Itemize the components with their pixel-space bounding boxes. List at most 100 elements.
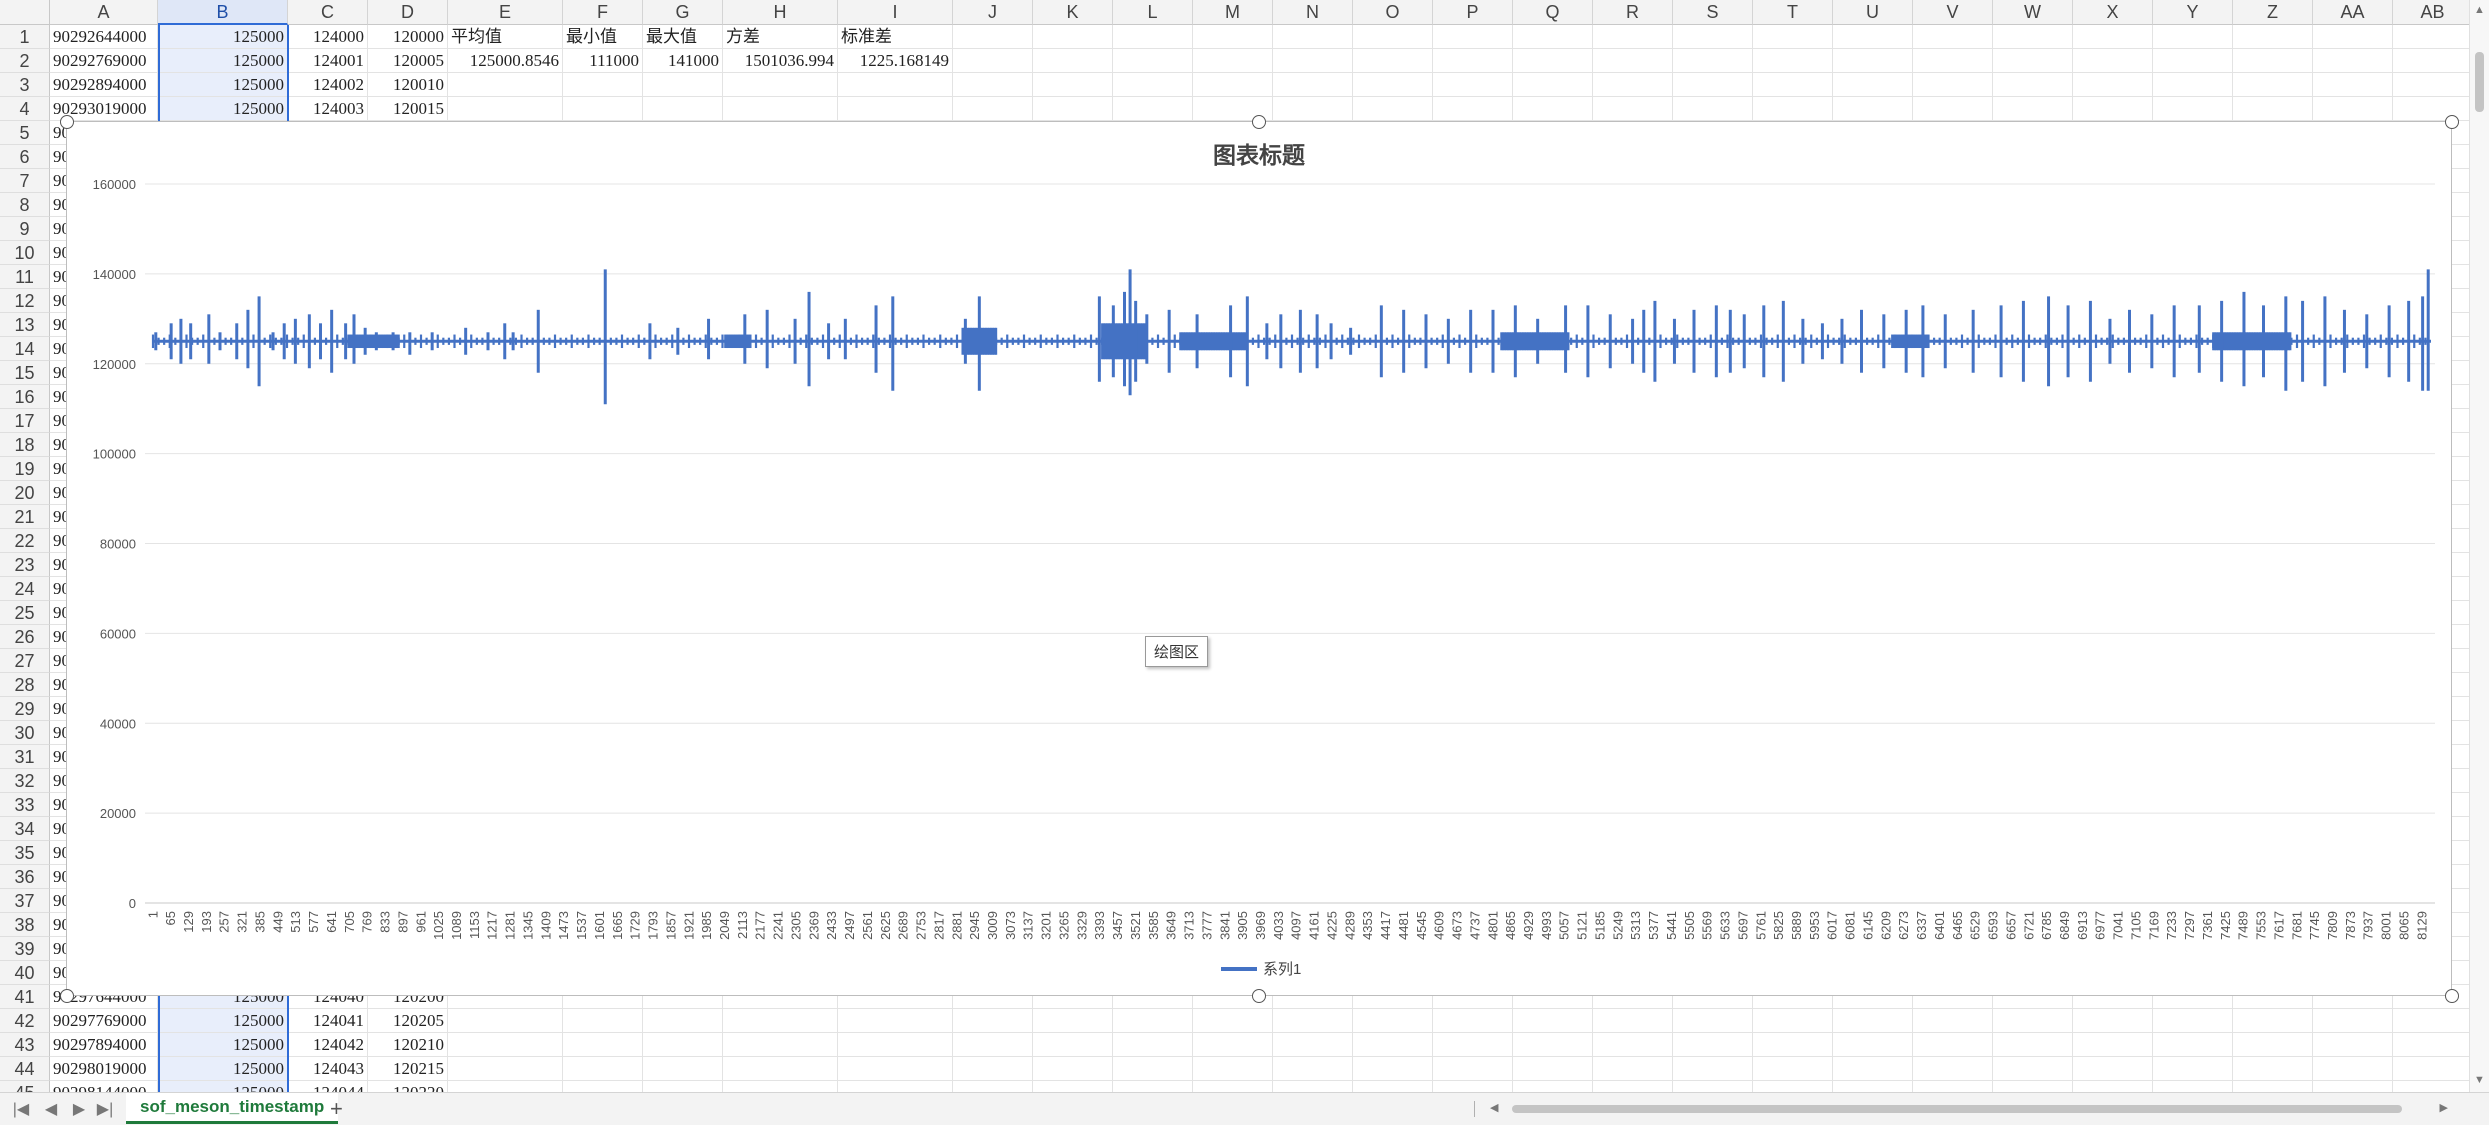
cell-u1[interactable] — [1833, 25, 1913, 49]
cell-u2[interactable] — [1833, 49, 1913, 73]
column-header-a[interactable]: A — [50, 0, 158, 25]
cell-r44[interactable] — [1593, 1057, 1673, 1081]
cell-w4[interactable] — [1993, 97, 2073, 121]
cell-s3[interactable] — [1673, 73, 1753, 97]
column-header-g[interactable]: G — [643, 0, 723, 25]
cell-p2[interactable] — [1433, 49, 1513, 73]
scroll-up-icon[interactable]: ▲ — [2474, 4, 2485, 16]
cell-x1[interactable] — [2073, 25, 2153, 49]
cell-p45[interactable] — [1433, 1081, 1513, 1092]
cell-b4[interactable]: 125000 — [158, 97, 288, 121]
row-header-18[interactable]: 18 — [0, 433, 50, 457]
cell-u42[interactable] — [1833, 1009, 1913, 1033]
cell-ab45[interactable] — [2393, 1081, 2470, 1092]
row-header-36[interactable]: 36 — [0, 865, 50, 889]
cell-g2[interactable]: 141000 — [643, 49, 723, 73]
first-sheet-icon[interactable]: |◀ — [12, 1099, 30, 1119]
column-header-b[interactable]: B — [158, 0, 288, 25]
cell-o1[interactable] — [1353, 25, 1433, 49]
cell-h45[interactable] — [723, 1081, 838, 1092]
row-header-13[interactable]: 13 — [0, 313, 50, 337]
cell-p1[interactable] — [1433, 25, 1513, 49]
cell-e45[interactable] — [448, 1081, 563, 1092]
cell-n2[interactable] — [1273, 49, 1353, 73]
chart-resize-handle-top[interactable] — [1252, 115, 1266, 129]
cell-x43[interactable] — [2073, 1033, 2153, 1057]
cell-m42[interactable] — [1193, 1009, 1273, 1033]
cell-t42[interactable] — [1753, 1009, 1833, 1033]
cell-c4[interactable]: 124003 — [288, 97, 368, 121]
cell-b3[interactable]: 125000 — [158, 73, 288, 97]
cell-x44[interactable] — [2073, 1057, 2153, 1081]
cell-f42[interactable] — [563, 1009, 643, 1033]
cell-f2[interactable]: 111000 — [563, 49, 643, 73]
row-header-14[interactable]: 14 — [0, 337, 50, 361]
cell-h3[interactable] — [723, 73, 838, 97]
cell-x3[interactable] — [2073, 73, 2153, 97]
cell-u43[interactable] — [1833, 1033, 1913, 1057]
cell-t45[interactable] — [1753, 1081, 1833, 1092]
cell-o44[interactable] — [1353, 1057, 1433, 1081]
cell-z1[interactable] — [2233, 25, 2313, 49]
row-header-29[interactable]: 29 — [0, 697, 50, 721]
cell-e42[interactable] — [448, 1009, 563, 1033]
cell-r45[interactable] — [1593, 1081, 1673, 1092]
cell-l44[interactable] — [1113, 1057, 1193, 1081]
row-header-4[interactable]: 4 — [0, 97, 50, 121]
cell-f45[interactable] — [563, 1081, 643, 1092]
column-header-k[interactable]: K — [1033, 0, 1113, 25]
last-sheet-icon[interactable]: ▶| — [96, 1099, 114, 1119]
row-header-37[interactable]: 37 — [0, 889, 50, 913]
cell-q44[interactable] — [1513, 1057, 1593, 1081]
cell-aa2[interactable] — [2313, 49, 2393, 73]
row-header-3[interactable]: 3 — [0, 73, 50, 97]
cell-u45[interactable] — [1833, 1081, 1913, 1092]
cell-d4[interactable]: 120015 — [368, 97, 448, 121]
cell-s1[interactable] — [1673, 25, 1753, 49]
cell-j2[interactable] — [953, 49, 1033, 73]
scroll-right-icon[interactable]: ▶ — [2440, 1101, 2448, 1114]
row-header-19[interactable]: 19 — [0, 457, 50, 481]
plot-area[interactable]: 0 20000 40000 60000 80000 100000 120000 140000 1… — [67, 122, 2451, 995]
cell-q1[interactable] — [1513, 25, 1593, 49]
prev-sheet-icon[interactable]: ◀ — [42, 1099, 60, 1119]
cell-w43[interactable] — [1993, 1033, 2073, 1057]
cell-g42[interactable] — [643, 1009, 723, 1033]
cell-i1[interactable]: 标准差 — [838, 25, 953, 49]
row-header-35[interactable]: 35 — [0, 841, 50, 865]
cell-h2[interactable]: 1501036.994 — [723, 49, 838, 73]
cell-h43[interactable] — [723, 1033, 838, 1057]
cell-t3[interactable] — [1753, 73, 1833, 97]
row-header-38[interactable]: 38 — [0, 913, 50, 937]
row-header-12[interactable]: 12 — [0, 289, 50, 313]
cell-c43[interactable]: 124042 — [288, 1033, 368, 1057]
row-header-7[interactable]: 7 — [0, 169, 50, 193]
cell-b43[interactable]: 125000 — [158, 1033, 288, 1057]
cell-aa4[interactable] — [2313, 97, 2393, 121]
cell-k43[interactable] — [1033, 1033, 1113, 1057]
cell-f44[interactable] — [563, 1057, 643, 1081]
cell-i43[interactable] — [838, 1033, 953, 1057]
cell-i3[interactable] — [838, 73, 953, 97]
cell-ab44[interactable] — [2393, 1057, 2470, 1081]
cell-f4[interactable] — [563, 97, 643, 121]
cell-l4[interactable] — [1113, 97, 1193, 121]
cell-j1[interactable] — [953, 25, 1033, 49]
spreadsheet-grid[interactable]: A B C D E F G H I J K L M N O P Q R S T U V W X Y Z AA AB 123456789… — [0, 0, 2470, 1092]
row-header-30[interactable]: 30 — [0, 721, 50, 745]
cell-k45[interactable] — [1033, 1081, 1113, 1092]
select-all-corner[interactable] — [0, 0, 50, 25]
cell-m1[interactable] — [1193, 25, 1273, 49]
row-header-20[interactable]: 20 — [0, 481, 50, 505]
column-header-t[interactable]: T — [1753, 0, 1833, 25]
cell-t44[interactable] — [1753, 1057, 1833, 1081]
cell-g43[interactable] — [643, 1033, 723, 1057]
cell-e1[interactable]: 平均值 — [448, 25, 563, 49]
cell-u3[interactable] — [1833, 73, 1913, 97]
column-header-s[interactable]: S — [1673, 0, 1753, 25]
cell-s44[interactable] — [1673, 1057, 1753, 1081]
cell-t1[interactable] — [1753, 25, 1833, 49]
cell-d43[interactable]: 120210 — [368, 1033, 448, 1057]
row-header-6[interactable]: 6 — [0, 145, 50, 169]
vertical-scroll-thumb[interactable] — [2475, 52, 2484, 112]
